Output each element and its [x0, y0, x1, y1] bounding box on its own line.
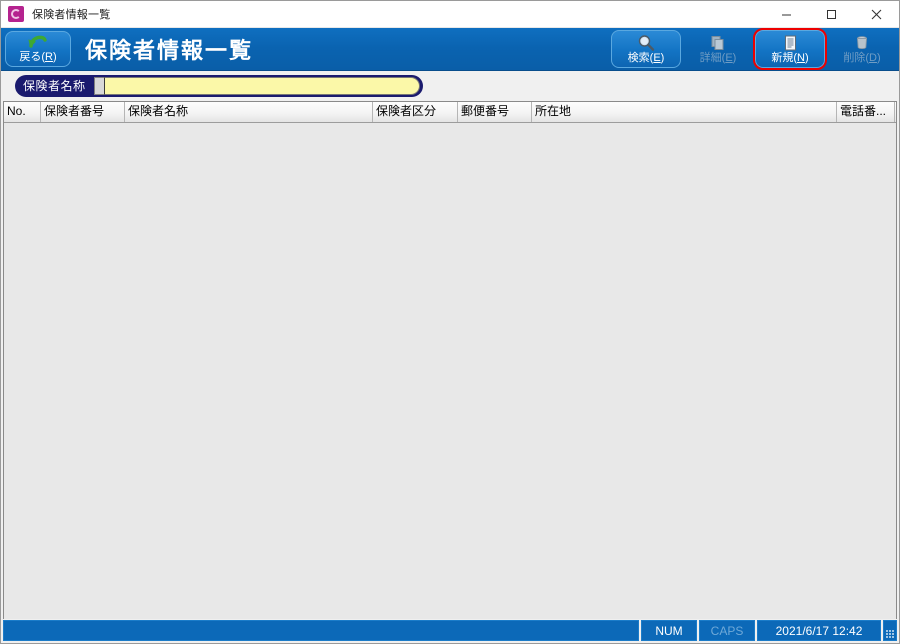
detail-button: 詳細(E)	[683, 30, 753, 68]
application-window: 保険者情報一覧 戻る(R) 保険者情報一覧 検索(E) 詳細(E) 新規(N) …	[0, 0, 900, 644]
status-bar: NUM CAPS 2021/6/17 12:42	[1, 619, 899, 643]
back-button[interactable]: 戻る(R)	[5, 31, 71, 67]
new-label-end: )	[804, 52, 809, 64]
status-datetime: 2021/6/17 12:42	[757, 620, 881, 641]
window-title: 保険者情報一覧	[32, 9, 111, 21]
resize-grip-icon[interactable]	[883, 620, 897, 641]
insurer-name-filter: 保険者名称	[15, 75, 423, 97]
title-bar: 保険者情報一覧	[1, 1, 899, 28]
column-header-address[interactable]: 所在地	[532, 102, 837, 122]
new-button-label: 新規(N)	[771, 52, 808, 65]
window-controls	[764, 1, 899, 27]
status-caps-indicator: CAPS	[699, 620, 755, 641]
search-button[interactable]: 検索(E)	[611, 30, 681, 68]
undo-arrow-icon	[26, 31, 50, 53]
search-button-label: 検索(E)	[628, 52, 665, 65]
column-header-no[interactable]: No.	[4, 102, 41, 122]
close-button[interactable]	[854, 1, 899, 27]
column-header-insurer-type[interactable]: 保険者区分	[373, 102, 458, 122]
back-label-end: )	[52, 51, 57, 63]
delete-button: 削除(D)	[827, 30, 897, 68]
command-header: 戻る(R) 保険者情報一覧 検索(E) 詳細(E) 新規(N) 削除(D)	[1, 28, 899, 71]
app-icon	[8, 6, 24, 22]
search-label-end: )	[660, 52, 665, 64]
insurer-list-grid: No. 保険者番号 保険者名称 保険者区分 郵便番号 所在地 電話番...	[3, 101, 897, 619]
detail-label-accel: E	[725, 52, 733, 64]
insurer-name-filter-label: 保険者名称	[23, 79, 86, 93]
maximize-icon	[827, 9, 836, 19]
grid-header-row: No. 保険者番号 保険者名称 保険者区分 郵便番号 所在地 電話番...	[4, 102, 896, 123]
minimize-button[interactable]	[764, 1, 809, 27]
detail-button-label: 詳細(E)	[700, 52, 737, 65]
delete-label-main: 削除(	[843, 52, 870, 64]
detail-label-main: 詳細(	[699, 52, 726, 64]
back-button-label: 戻る(R)	[19, 51, 56, 64]
detail-label-end: )	[732, 52, 737, 64]
column-header-phone[interactable]: 電話番...	[837, 102, 895, 122]
column-header-postal-code[interactable]: 郵便番号	[458, 102, 532, 122]
toolbar: 検索(E) 詳細(E) 新規(N) 削除(D)	[611, 28, 897, 70]
search-label-accel: E	[653, 52, 661, 64]
back-label-accel: R	[45, 51, 53, 63]
status-message	[3, 620, 639, 641]
delete-button-label: 削除(D)	[843, 52, 880, 65]
back-label-main: 戻る(	[19, 51, 46, 63]
page-title: 保険者情報一覧	[85, 38, 254, 63]
insurer-name-input[interactable]	[103, 77, 420, 95]
magnifier-icon	[637, 34, 655, 52]
trash-can-icon	[853, 34, 871, 52]
search-label-main: 検索(	[627, 52, 654, 64]
grid-body[interactable]	[4, 123, 896, 619]
new-document-icon	[781, 34, 799, 52]
delete-label-accel: D	[869, 52, 877, 64]
new-label-main: 新規(	[771, 52, 798, 64]
column-header-insurer-name[interactable]: 保険者名称	[125, 102, 373, 122]
copy-pages-icon	[709, 34, 727, 52]
maximize-button[interactable]	[809, 1, 854, 27]
filter-divider	[93, 77, 104, 95]
filter-strip: 保険者名称	[1, 71, 899, 101]
new-button[interactable]: 新規(N)	[753, 28, 827, 70]
status-num-indicator: NUM	[641, 620, 697, 641]
minimize-icon	[782, 14, 791, 15]
delete-label-end: )	[876, 52, 881, 64]
column-header-insurer-number[interactable]: 保険者番号	[41, 102, 125, 122]
new-label-accel: N	[797, 52, 805, 64]
close-icon	[871, 9, 882, 19]
